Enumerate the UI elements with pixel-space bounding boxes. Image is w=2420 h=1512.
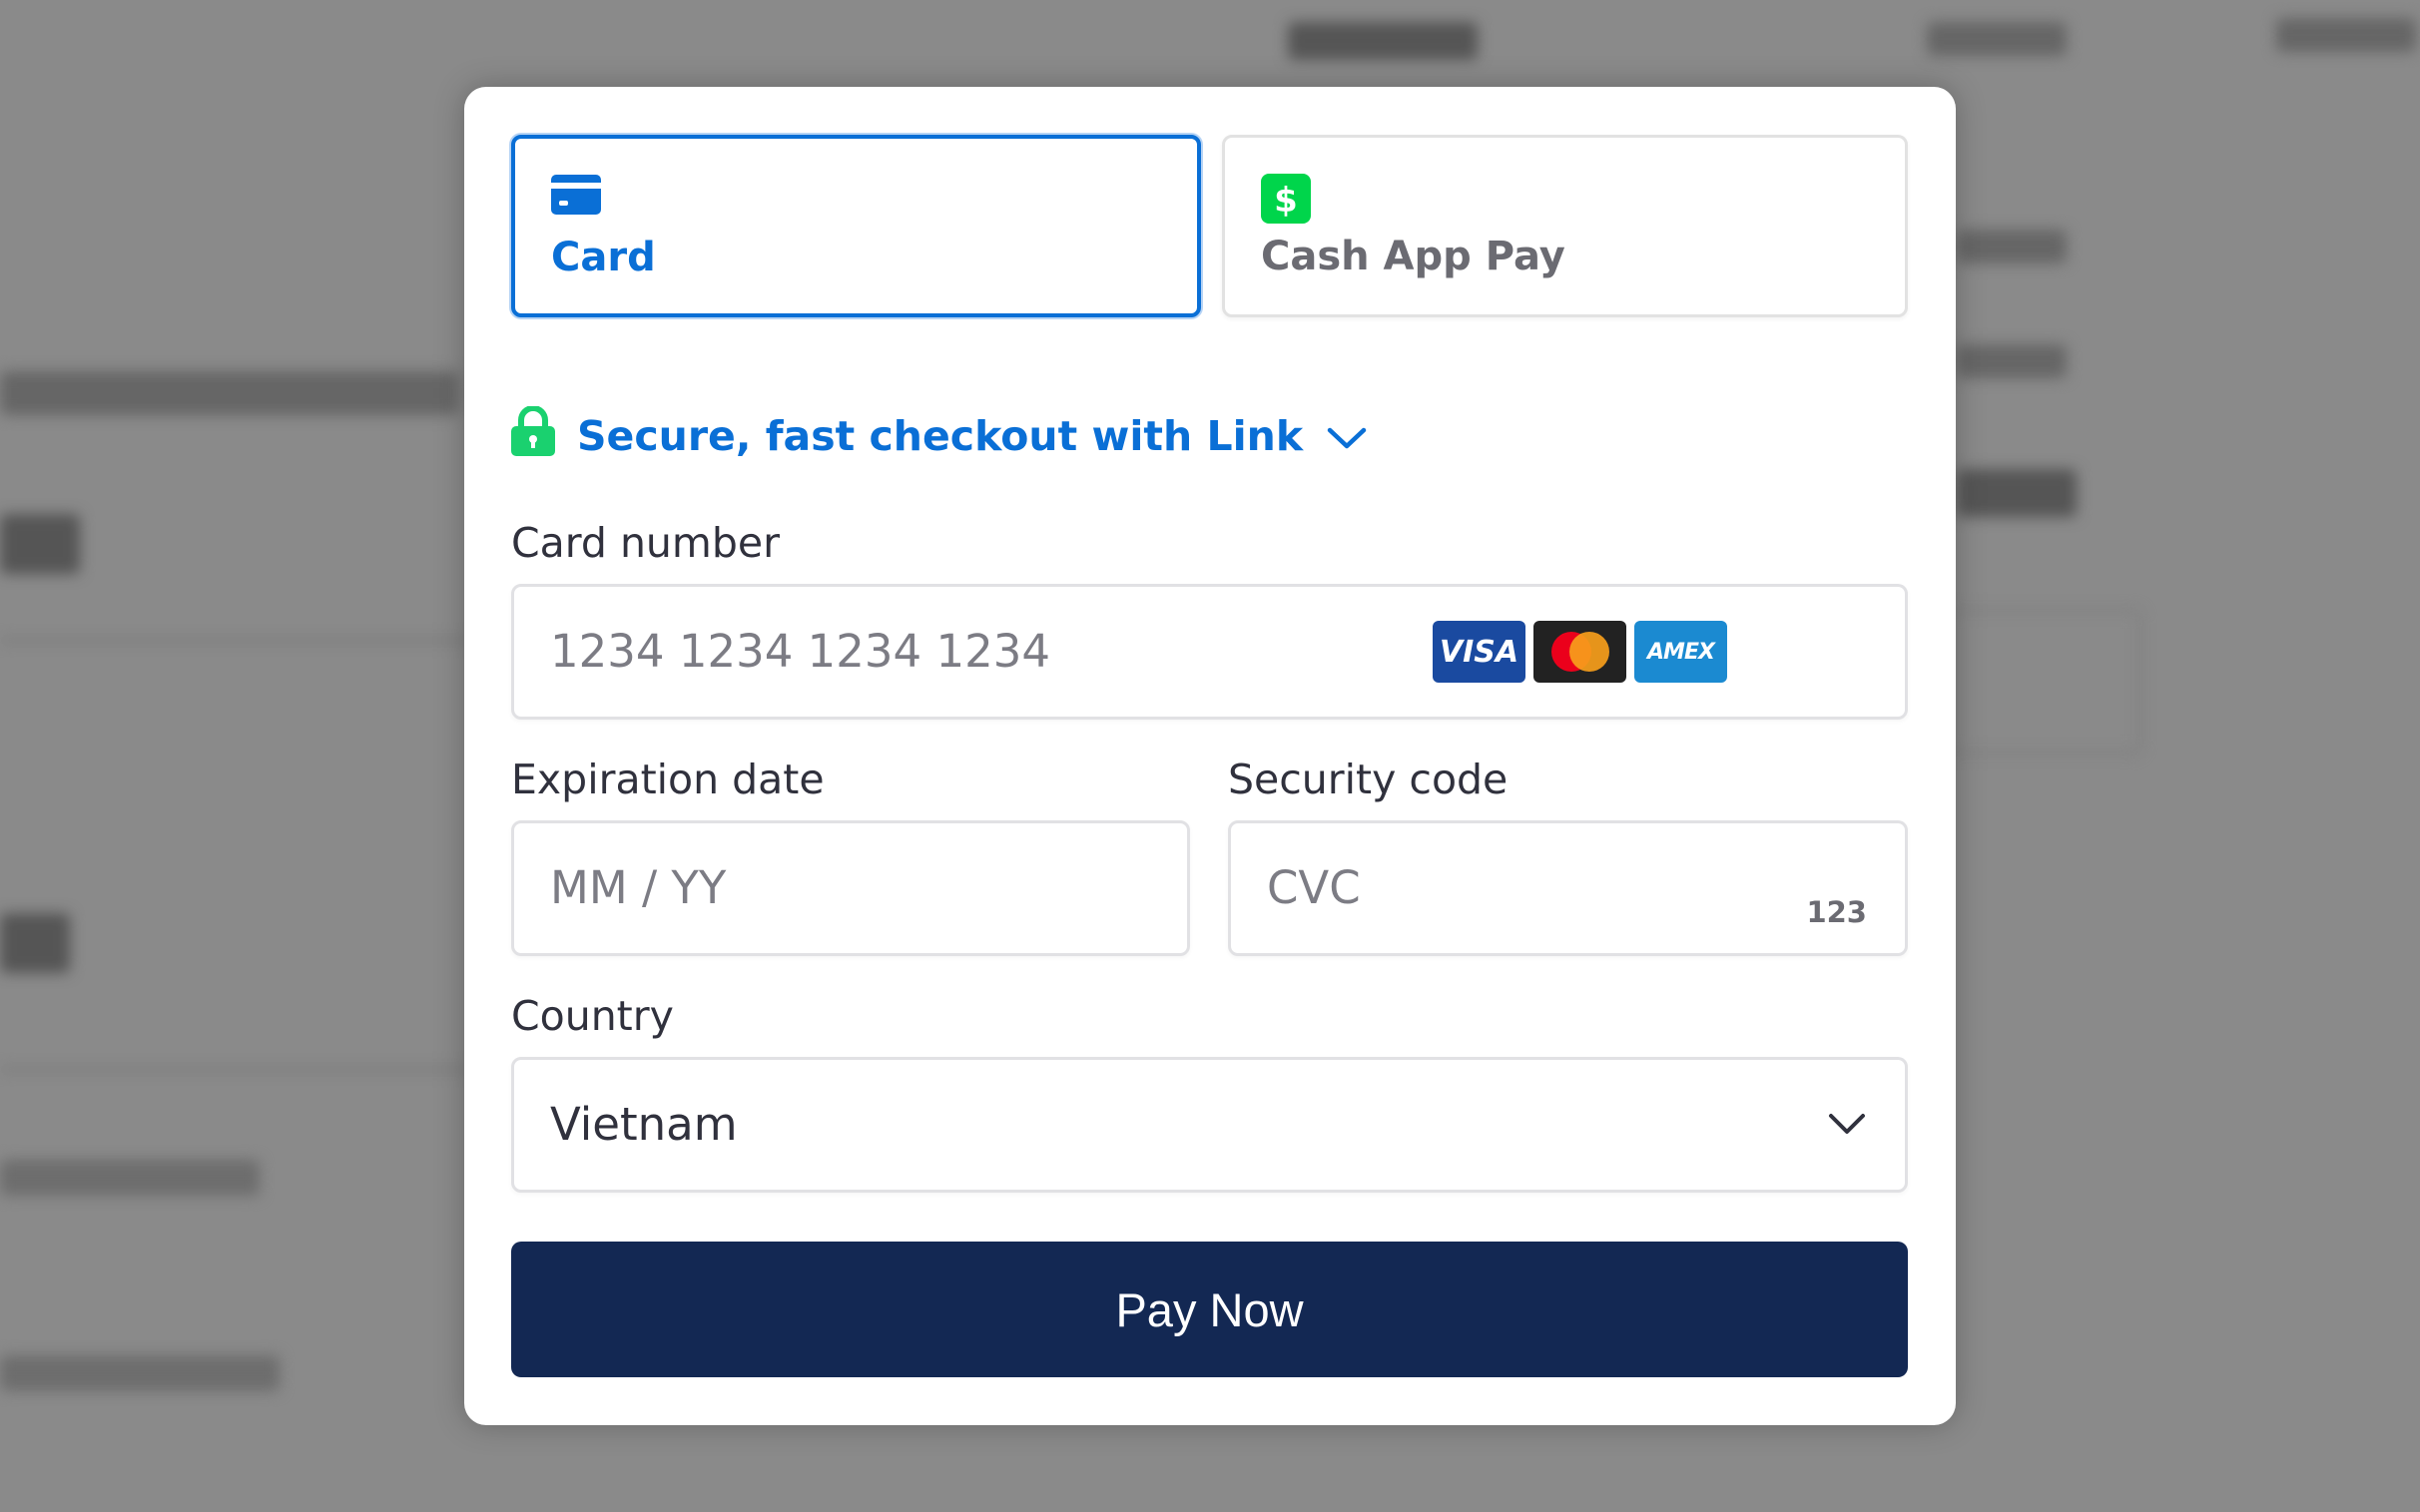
- card-brands: VISA AMEX: [1433, 621, 1727, 683]
- tab-card-label: Card: [551, 235, 656, 280]
- svg-text:$: $: [1274, 181, 1298, 221]
- mastercard-logo: [1533, 621, 1626, 683]
- pay-now-button[interactable]: Pay Now: [511, 1242, 1908, 1377]
- visa-logo: VISA: [1433, 621, 1525, 683]
- card-number-placeholder: 1234 1234 1234 1234: [550, 625, 1050, 678]
- country-label: Country: [511, 992, 674, 1040]
- expiration-date-label: Expiration date: [511, 756, 825, 803]
- chevron-down-icon: [1327, 412, 1367, 460]
- payment-modal: Card $ Cash App Pay Secure, fast checkou…: [464, 87, 1956, 1425]
- cash-app-dollar-icon: $: [1261, 174, 1311, 228]
- security-code-label: Security code: [1228, 756, 1509, 803]
- lock-icon: [511, 405, 555, 466]
- link-checkout-text: Secure, fast checkout with Link: [577, 412, 1304, 460]
- chevron-down-icon: [1827, 1110, 1867, 1142]
- credit-card-icon: [551, 175, 601, 219]
- amex-logo: AMEX: [1634, 621, 1727, 683]
- tab-cash-app-pay-label: Cash App Pay: [1261, 234, 1565, 279]
- card-number-input[interactable]: 1234 1234 1234 1234 VISA AMEX: [511, 584, 1908, 720]
- cvc-hint-icon: 123: [1806, 895, 1867, 929]
- country-select[interactable]: Vietnam: [511, 1057, 1908, 1193]
- tab-card[interactable]: Card: [511, 135, 1201, 317]
- tab-cash-app-pay[interactable]: $ Cash App Pay: [1222, 135, 1908, 317]
- security-code-input[interactable]: CVC 123: [1228, 820, 1908, 956]
- country-value: Vietnam: [550, 1098, 738, 1151]
- security-code-placeholder: CVC: [1267, 861, 1361, 914]
- expiration-date-placeholder: MM / YY: [550, 861, 727, 914]
- card-number-label: Card number: [511, 519, 780, 567]
- expiration-date-input[interactable]: MM / YY: [511, 820, 1190, 956]
- link-checkout-toggle[interactable]: Secure, fast checkout with Link: [511, 405, 1367, 466]
